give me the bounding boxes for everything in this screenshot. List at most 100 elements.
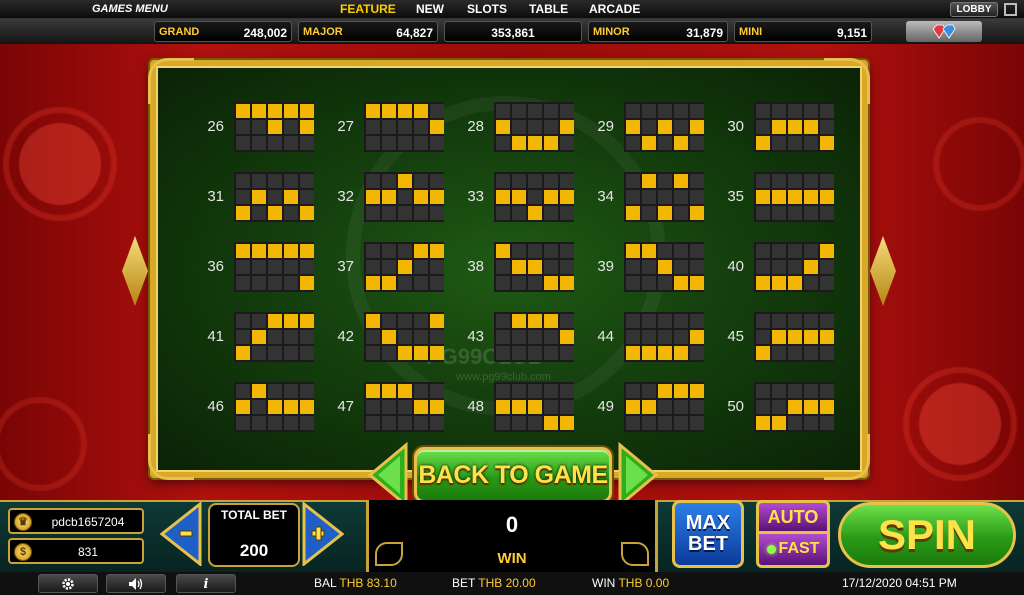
payline-cell	[300, 174, 314, 188]
payline-cell	[690, 190, 704, 204]
payline-cell-active	[268, 206, 282, 220]
payline-cell-active	[366, 384, 380, 398]
payline-cell	[658, 416, 672, 430]
increase-bet-button[interactable]	[302, 502, 344, 566]
payline-cell	[512, 384, 526, 398]
tab-new[interactable]: NEW	[416, 2, 444, 16]
fullscreen-icon[interactable]	[1004, 3, 1017, 16]
spin-button[interactable]: SPIN	[838, 502, 1016, 568]
decrease-bet-button[interactable]	[160, 502, 202, 566]
payline-cell	[544, 384, 558, 398]
payline-cell	[528, 330, 542, 344]
payline-cell	[414, 384, 428, 398]
payline-pattern	[364, 102, 444, 152]
payline-cell	[804, 346, 818, 360]
payline-cell-active	[398, 260, 412, 274]
payline-cell	[658, 330, 672, 344]
games-menu-button[interactable]: GAMES MENU	[92, 3, 168, 15]
payline-cell	[772, 244, 786, 258]
payline-cell	[626, 190, 640, 204]
flourish-ornament	[621, 542, 649, 566]
payline-cell	[788, 206, 802, 220]
next-page-arrow-icon[interactable]	[616, 442, 660, 508]
payline-cell	[284, 346, 298, 360]
payline-cell	[772, 346, 786, 360]
total-bet-label: TOTAL BET	[221, 508, 287, 522]
payline-cell	[268, 330, 282, 344]
payline-cell	[528, 384, 542, 398]
payline-cell	[252, 346, 266, 360]
payline-cell-active	[300, 244, 314, 258]
payline-cell	[642, 384, 656, 398]
payline-number: 36	[207, 258, 224, 275]
auto-spin-button[interactable]: AUTO	[756, 500, 830, 534]
back-to-game-button[interactable]: BACK TO GAME	[414, 447, 612, 503]
payline-cell	[804, 136, 818, 150]
payline-cell	[268, 174, 282, 188]
settings-button[interactable]	[38, 574, 98, 593]
payline-cell	[560, 136, 574, 150]
previous-page-arrow-icon[interactable]	[366, 442, 410, 508]
tab-slots[interactable]: SLOTS	[467, 2, 507, 16]
payline-cell-active	[512, 136, 526, 150]
payline-cell	[382, 244, 396, 258]
payline-cell	[804, 314, 818, 328]
payline-cell	[820, 384, 834, 398]
payline-cell	[788, 314, 802, 328]
payline-cell	[626, 136, 640, 150]
payline-cell	[496, 384, 510, 398]
payline-number: 39	[597, 258, 614, 275]
payline-pattern	[754, 382, 834, 432]
payline-cell-active	[528, 206, 542, 220]
jackpot-minor: MINOR 31,879	[588, 21, 728, 42]
sound-button[interactable]	[106, 574, 166, 593]
payline-pattern	[234, 312, 314, 362]
payline-cell	[382, 260, 396, 274]
payline-cell-active	[414, 346, 428, 360]
tab-feature[interactable]: FEATURE	[340, 2, 396, 16]
payline-cell-active	[430, 400, 444, 414]
payline-cell-active	[756, 416, 770, 430]
datetime: 17/12/2020 04:51 PM	[842, 576, 957, 590]
payline-number: 27	[337, 118, 354, 135]
payline-pattern	[624, 382, 704, 432]
flourish-ornament	[375, 542, 403, 566]
payline-cell	[642, 260, 656, 274]
payline-cell	[772, 400, 786, 414]
payline-cell-active	[236, 244, 250, 258]
payline-cell	[674, 190, 688, 204]
payline-cell	[544, 400, 558, 414]
payline-cell	[820, 174, 834, 188]
payline-cell	[398, 190, 412, 204]
payline-cell	[772, 384, 786, 398]
payline-cell	[658, 190, 672, 204]
fast-spin-toggle[interactable]: FAST	[756, 534, 830, 568]
max-bet-button[interactable]: MAX BET	[672, 500, 744, 568]
payline-cell	[366, 120, 380, 134]
payline-cell-active	[382, 330, 396, 344]
payline-cell-active	[430, 120, 444, 134]
payline-cell-active	[560, 416, 574, 430]
lobby-button[interactable]: LOBBY	[950, 2, 998, 17]
payline-cell-active	[366, 104, 380, 118]
tab-arcade[interactable]: ARCADE	[589, 2, 640, 16]
payline-cell-active	[642, 244, 656, 258]
info-button[interactable]: i	[176, 574, 236, 593]
payline-pattern	[494, 382, 574, 432]
payline-cell	[366, 416, 380, 430]
payline-cell	[788, 346, 802, 360]
payline-cell-active	[674, 136, 688, 150]
payline-cell	[430, 276, 444, 290]
payline-cell	[512, 120, 526, 134]
info-icon: i	[203, 577, 209, 592]
payline-cell-active	[252, 104, 266, 118]
payline-cell-active	[626, 206, 640, 220]
payline-cell	[690, 400, 704, 414]
tab-table[interactable]: TABLE	[529, 2, 568, 16]
payline-cell	[642, 330, 656, 344]
payline-cell	[820, 416, 834, 430]
payline-cell	[284, 206, 298, 220]
payline-cell	[528, 276, 542, 290]
payline-cell	[496, 260, 510, 274]
gem-icon[interactable]	[906, 21, 982, 42]
